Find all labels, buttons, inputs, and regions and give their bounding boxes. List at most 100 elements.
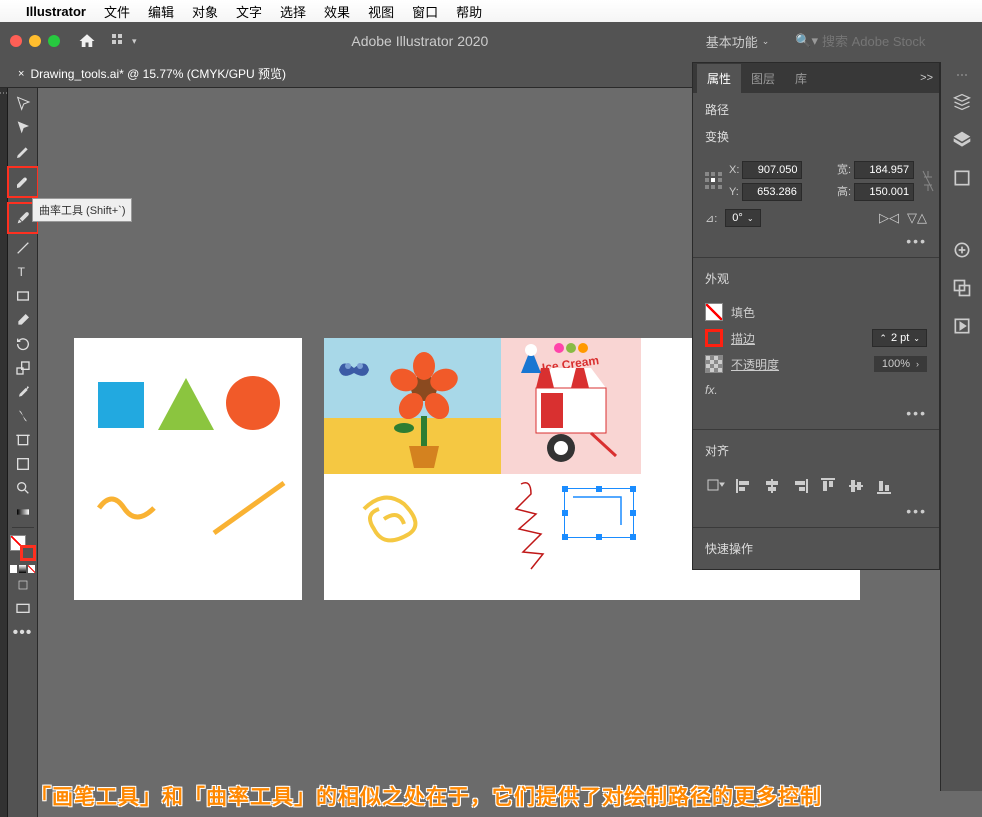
align-top[interactable] <box>817 477 839 495</box>
menu-window[interactable]: 窗口 <box>412 2 438 21</box>
artboard-1 <box>74 338 302 600</box>
stroke-color-swatch[interactable] <box>705 329 723 347</box>
line-tool[interactable] <box>10 236 36 260</box>
menu-file[interactable]: 文件 <box>104 2 130 21</box>
selection-tool[interactable] <box>10 92 36 116</box>
tab-libraries[interactable]: 库 <box>785 64 817 93</box>
fill-stroke-swatch[interactable] <box>10 535 36 561</box>
fx-button[interactable]: fx. <box>693 377 939 403</box>
align-h-center[interactable] <box>761 477 783 495</box>
screen-mode[interactable] <box>10 597 36 621</box>
direct-selection-tool[interactable] <box>10 116 36 140</box>
scale-tool[interactable] <box>10 356 36 380</box>
opacity-swatch[interactable] <box>705 355 723 373</box>
document-tab-label: Drawing_tools.ai* @ 15.77% (CMYK/GPU 预览) <box>30 65 286 82</box>
tab-properties[interactable]: 属性 <box>697 64 741 93</box>
constrain-proportions-icon[interactable] <box>921 167 935 195</box>
stroke-swatch[interactable] <box>20 545 36 561</box>
tutorial-caption: 「画笔工具」和「曲率工具」的相似之处在于，它们提供了对绘制路径的更多控制 <box>30 781 822 811</box>
menu-help[interactable]: 帮助 <box>456 2 482 21</box>
menu-type[interactable]: 文字 <box>236 2 262 21</box>
toolbox: 曲率工具 (Shift+`) T ••• <box>8 88 38 817</box>
gradient-tool[interactable] <box>10 500 36 524</box>
document-tab[interactable]: × Drawing_tools.ai* @ 15.77% (CMYK/GPU 预… <box>10 61 294 86</box>
selection-type: 路径 <box>693 93 939 122</box>
appearance-more[interactable]: ••• <box>693 403 939 423</box>
reference-point[interactable] <box>705 172 723 190</box>
flip-vertical-icon[interactable]: ▽△ <box>907 210 927 226</box>
orange-circle <box>226 376 280 430</box>
width-input[interactable] <box>854 161 914 179</box>
align-left[interactable] <box>733 477 755 495</box>
minimize-window[interactable] <box>29 35 41 47</box>
app-title: Adobe Illustrator 2020 <box>150 33 690 49</box>
properties-panel: 属性 图层 库 >> 路径 变换 X: 宽: Y: 高: ⊿: 0°⌄ ▷◁ ▽… <box>692 62 940 570</box>
collapse-panel-icon[interactable]: >> <box>920 72 933 84</box>
asset-export-icon[interactable] <box>950 238 974 262</box>
window-controls <box>10 35 60 47</box>
transform-section-label: 变换 <box>705 128 927 145</box>
stock-search[interactable]: 🔍▾ <box>795 33 972 49</box>
rectangle-tool[interactable] <box>10 284 36 308</box>
selection-bounding-box[interactable] <box>564 488 634 538</box>
menu-effect[interactable]: 效果 <box>324 2 350 21</box>
rotate-input[interactable]: 0°⌄ <box>725 209 760 227</box>
menu-view[interactable]: 视图 <box>368 2 394 21</box>
menu-edit[interactable]: 编辑 <box>148 2 174 21</box>
x-input[interactable] <box>742 161 802 179</box>
stroke-weight-input[interactable]: ⌃2 pt⌄ <box>872 329 927 347</box>
y-input[interactable] <box>742 183 802 201</box>
maximize-window[interactable] <box>48 35 60 47</box>
yellow-line <box>204 473 294 543</box>
artboards-icon[interactable] <box>950 166 974 190</box>
app-titlebar: ▾ Adobe Illustrator 2020 基本功能⌄ 🔍▾ <box>0 22 982 60</box>
artboard-tool[interactable] <box>10 428 36 452</box>
cc-libraries-icon[interactable] <box>950 90 974 114</box>
system-menubar: Illustrator 文件 编辑 对象 文字 选择 效果 视图 窗口 帮助 <box>0 0 982 22</box>
butterfly-flower-art <box>324 338 501 474</box>
eyedropper-tool[interactable] <box>10 380 36 404</box>
fill-color-swatch[interactable] <box>705 303 723 321</box>
align-to-dropdown[interactable] <box>705 477 727 495</box>
align-bottom[interactable] <box>873 477 895 495</box>
close-window[interactable] <box>10 35 22 47</box>
align-more[interactable]: ••• <box>693 501 939 521</box>
transform-more[interactable]: ••• <box>693 231 939 251</box>
align-v-center[interactable] <box>845 477 867 495</box>
app-menu[interactable]: Illustrator <box>26 4 86 19</box>
stroke-label[interactable]: 描边 <box>731 330 755 347</box>
svg-text:T: T <box>17 265 25 279</box>
opacity-label[interactable]: 不透明度 <box>731 356 779 373</box>
close-tab-icon[interactable]: × <box>18 68 24 80</box>
yellow-squiggle <box>94 488 164 528</box>
type-tool[interactable]: T <box>10 260 36 284</box>
height-input[interactable] <box>854 183 914 201</box>
fill-label: 填色 <box>731 304 755 321</box>
align-right[interactable] <box>789 477 811 495</box>
rotate-tool[interactable] <box>10 332 36 356</box>
arrange-documents[interactable]: ▾ <box>112 31 142 51</box>
tool-tooltip: 曲率工具 (Shift+`) <box>32 198 132 222</box>
flip-horizontal-icon[interactable]: ▷◁ <box>879 210 899 226</box>
curvature-tool[interactable] <box>7 166 39 198</box>
blend-tool[interactable] <box>10 404 36 428</box>
menu-object[interactable]: 对象 <box>192 2 218 21</box>
workspace-switcher[interactable]: 基本功能⌄ <box>698 28 778 55</box>
zoom-tool[interactable] <box>10 476 36 500</box>
ice-cream-cart-art: Ice Cream <box>501 338 641 474</box>
pathfinder-icon[interactable] <box>950 276 974 300</box>
draw-mode[interactable] <box>10 573 36 597</box>
edit-toolbar[interactable]: ••• <box>10 621 36 645</box>
color-mode-row[interactable] <box>10 565 36 573</box>
eraser-tool[interactable] <box>10 308 36 332</box>
menu-select[interactable]: 选择 <box>280 2 306 21</box>
green-triangle <box>158 378 214 430</box>
layers-icon[interactable] <box>950 128 974 152</box>
free-transform-tool[interactable] <box>10 452 36 476</box>
opacity-input[interactable]: 100%› <box>874 356 927 372</box>
search-input[interactable] <box>822 34 972 49</box>
pen-tool[interactable] <box>10 140 36 164</box>
home-icon[interactable] <box>78 32 96 50</box>
tab-layers[interactable]: 图层 <box>741 64 785 93</box>
export-icon[interactable] <box>950 314 974 338</box>
